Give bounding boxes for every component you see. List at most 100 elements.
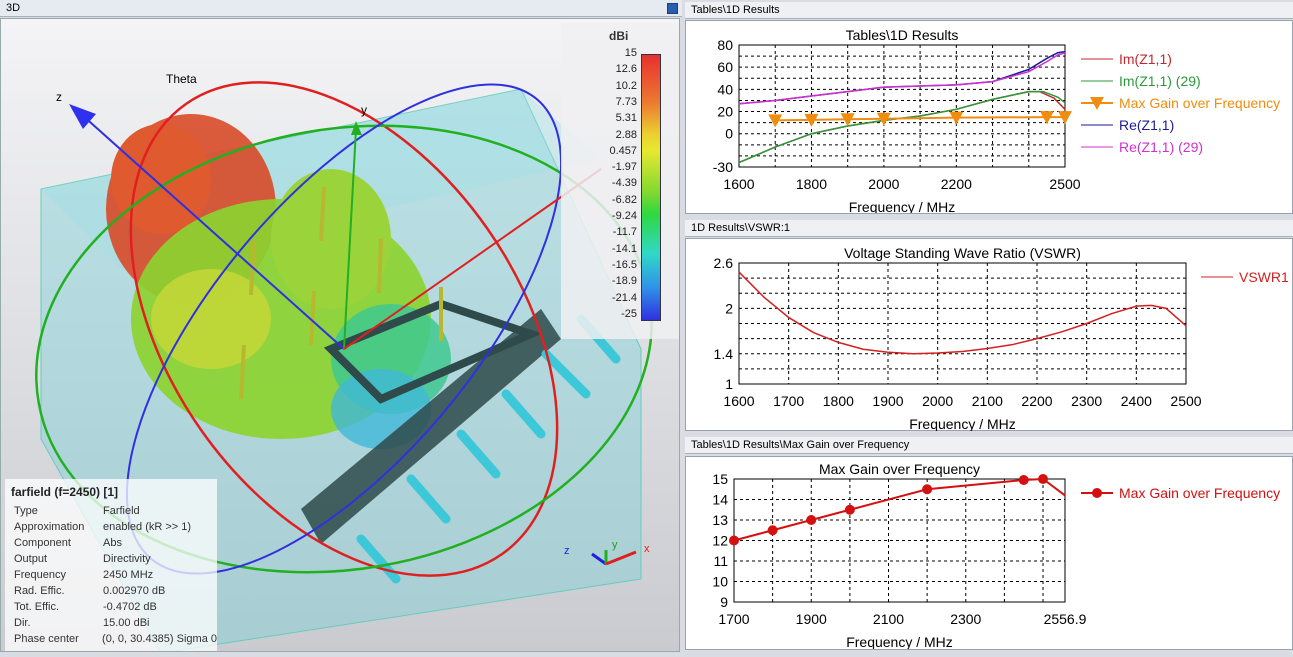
- x-axis-label: Frequency / MHz: [849, 199, 956, 213]
- x-tick-label: 2300: [950, 611, 981, 627]
- chart-1d-results[interactable]: Tables\1D Results Frequency / MHz 1600 1800…: [685, 20, 1293, 215]
- panel-max-gain-header: Tables\1D Results\Max Gain over Frequenc…: [685, 437, 1293, 454]
- info-key: Approximation: [14, 521, 85, 533]
- colorbar-tick: -11.7: [612, 226, 637, 239]
- info-value: 15.00 dBi: [103, 617, 150, 629]
- legend-label: Im(Z1,1) (29): [1119, 73, 1201, 89]
- panel-vswr-title: 1D Results\VSWR:1: [691, 222, 791, 234]
- info-row: Output Directivity: [5, 551, 217, 567]
- colorbar-tick: 7.73: [615, 95, 637, 108]
- y-tick-label: 80: [717, 37, 733, 53]
- colorbar-tick: -6.82: [611, 193, 637, 206]
- x-tick-label: 2100: [972, 393, 1003, 409]
- panel-1d-results-header: Tables\1D Results: [685, 2, 1293, 19]
- x-tick-label: 2300: [1071, 393, 1102, 409]
- y-tick-label: 1: [725, 376, 733, 392]
- y-tick-label: 0: [725, 126, 733, 142]
- info-row: Type Farfield: [5, 503, 217, 519]
- colorbar-tick: -4.39: [611, 177, 637, 190]
- farfield-info-title: farfield (f=2450) [1]: [11, 485, 119, 499]
- info-row: Phase center (0, 0, 30.4385) Sigma 0: [5, 631, 217, 647]
- y-tick-label: 20: [717, 104, 733, 120]
- colorbar-tick: -1.97: [611, 161, 637, 174]
- x-tick-label: 2200: [1021, 393, 1052, 409]
- triad-y: y: [612, 539, 618, 551]
- series-line: [738, 90, 1066, 164]
- x-tick-label: 2500: [1170, 393, 1201, 409]
- data-point: [844, 504, 855, 515]
- x-tick-label: 1600: [723, 176, 754, 192]
- info-key: Frequency: [14, 569, 66, 581]
- colorbar-tick: -9.24: [611, 210, 637, 222]
- info-key: Output: [14, 553, 48, 565]
- data-point: [1018, 475, 1029, 486]
- info-key: Rad. Effic.: [14, 585, 65, 597]
- panel-3d-title: 3D: [6, 2, 21, 14]
- data-point: [729, 535, 739, 546]
- data-point: [922, 484, 933, 495]
- info-value: Directivity: [103, 553, 151, 565]
- info-key: Type: [14, 505, 38, 517]
- triad-x: x: [644, 543, 650, 555]
- legend-label: Max Gain over Frequency: [1119, 95, 1280, 111]
- x-tick-label: 1700: [773, 393, 804, 409]
- legend-label: Max Gain over Frequency: [1119, 485, 1280, 501]
- data-point: [806, 515, 817, 525]
- info-value: (0, 0, 30.4385) Sigma 0: [102, 633, 217, 645]
- info-row: Frequency 2450 MHz: [5, 567, 217, 583]
- chart-svg: Voltage Standing Wave Ratio (VSWR) Freque…: [714, 245, 1289, 432]
- triad-z: z: [564, 545, 570, 557]
- chart-vswr[interactable]: Voltage Standing Wave Ratio (VSWR) Freque…: [685, 238, 1293, 432]
- info-row: Approximation enabled (kR >> 1): [5, 519, 217, 535]
- x-tick-label: 1600: [723, 393, 754, 409]
- y-tick-label: 9: [720, 594, 728, 610]
- colorbar-tick: 5.31: [615, 112, 637, 125]
- maximize-icon[interactable]: [667, 3, 678, 14]
- y-tick-label: 14: [712, 492, 728, 508]
- info-key: Tot. Effic.: [14, 601, 60, 613]
- data-point: [1038, 474, 1049, 484]
- legend-label: Re(Z1,1) (29): [1119, 139, 1203, 155]
- series-line: [738, 50, 1066, 105]
- 3d-viewport[interactable]: Theta z y z y x dBi 15 12.6 10.2 7.73 5.31 2.…: [0, 18, 680, 652]
- chart-max-gain[interactable]: Max Gain over Frequency Frequency / MHz 17…: [685, 456, 1293, 650]
- chart-title: Max Gain over Frequency: [819, 461, 980, 477]
- y-tick-label: 2.6: [714, 255, 734, 271]
- colorbar-legend: dBi 15 12.6 10.2 7.73 5.31 2.88 0.457 -1.97 -4.3…: [561, 23, 679, 339]
- colorbar-tick: -25: [621, 307, 637, 320]
- y-tick-label: 13: [712, 512, 728, 528]
- x-tick-label: 2000: [868, 176, 899, 192]
- colorbar-tick: 10.2: [615, 79, 637, 92]
- y-tick-label: 2: [725, 300, 733, 316]
- x-tick-label: 1800: [796, 176, 827, 192]
- colorbar-tick: -14.1: [611, 242, 637, 255]
- colorbar-tick: 2.88: [615, 128, 637, 141]
- y-tick-label: -30: [713, 159, 733, 175]
- info-key: Phase center: [14, 633, 79, 645]
- y-tick-label: 40: [717, 81, 733, 97]
- legend-marker: [1092, 488, 1102, 498]
- series-line: [733, 477, 1066, 542]
- x-tick-label: 1800: [823, 393, 854, 409]
- info-row: Dir. 15.00 dBi: [5, 615, 217, 631]
- info-value: Farfield: [103, 505, 140, 517]
- colorbar-tick: -18.9: [611, 275, 637, 288]
- legend-label: Im(Z1,1): [1119, 51, 1172, 67]
- info-key: Component: [14, 537, 71, 549]
- panel-max-gain-title: Tables\1D Results\Max Gain over Frequenc…: [691, 439, 910, 451]
- colorbar-gradient: [641, 54, 661, 321]
- info-value: enabled (kR >> 1): [103, 521, 192, 533]
- colorbar-tick: -21.4: [611, 291, 637, 304]
- info-value: 0.002970 dB: [103, 585, 166, 597]
- z-label: z: [56, 90, 62, 104]
- x-tick-label: 2200: [941, 176, 972, 192]
- y-label: y: [361, 103, 367, 117]
- chart-svg: Max Gain over Frequency Frequency / MHz 17…: [712, 461, 1280, 650]
- x-axis-label: Frequency / MHz: [909, 416, 1016, 431]
- y-tick-label: 15: [712, 471, 728, 487]
- data-point: [767, 525, 778, 536]
- x-axis-label: Frequency / MHz: [846, 634, 953, 649]
- y-tick-label: 60: [717, 59, 733, 75]
- info-key: Dir.: [14, 617, 31, 629]
- x-tick-label: 2400: [1121, 393, 1152, 409]
